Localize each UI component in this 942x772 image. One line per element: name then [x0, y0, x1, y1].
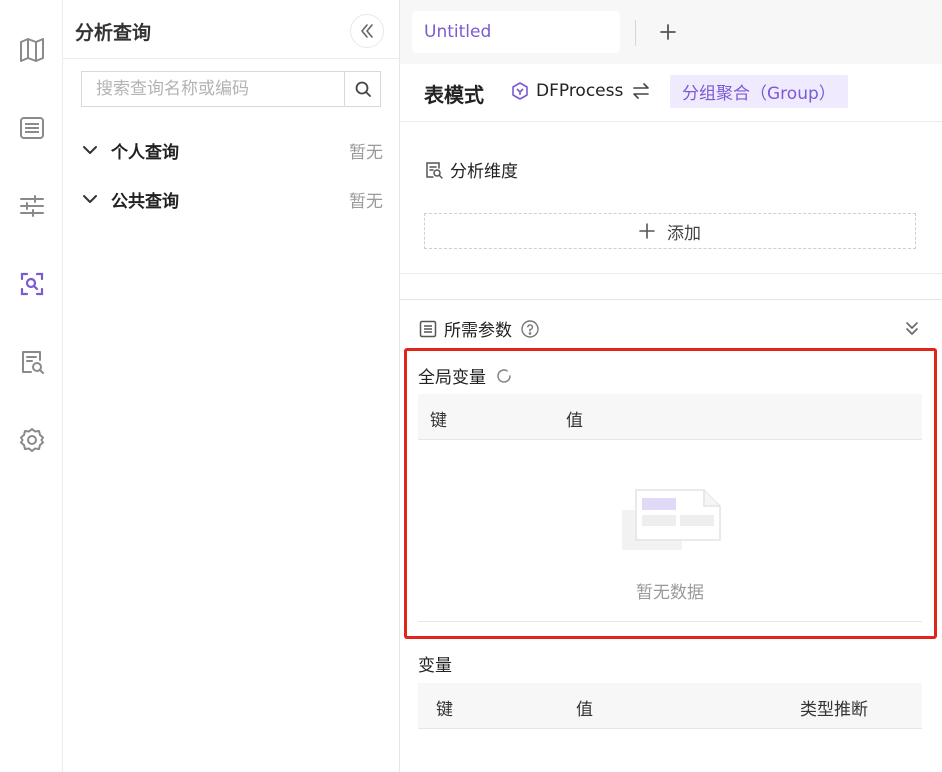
query-panel: 分析查询 个人查询 暂无 公共查询 暂无	[63, 0, 400, 772]
map-icon	[20, 38, 44, 62]
process-name: DFProcess	[536, 81, 624, 101]
params-header: 所需参数	[418, 316, 546, 341]
rail-item-list[interactable]	[12, 108, 52, 148]
add-dimension-label: 添加	[667, 223, 701, 244]
mode-title: 表模式	[424, 83, 484, 107]
tree-group-personal[interactable]: 个人查询 暂无	[81, 135, 383, 165]
tab-untitled[interactable]: Untitled	[412, 11, 620, 53]
sliders-icon	[20, 195, 44, 217]
tree-group-status: 暂无	[349, 142, 383, 163]
query-header: 表模式 DFProcess 分组聚合（Group）	[400, 64, 942, 122]
scan-search-icon	[20, 272, 44, 296]
double-chevron-down-icon[interactable]	[902, 318, 922, 338]
chevron-down-icon	[83, 195, 97, 203]
panel-divider	[63, 58, 399, 59]
panel-title: 分析查询	[75, 22, 152, 44]
vars-table-header: 键 值 类型推断	[418, 683, 922, 729]
plus-icon	[639, 223, 655, 239]
section-divider	[400, 273, 942, 274]
list-icon	[419, 320, 437, 337]
group-mode-tag[interactable]: 分组聚合（Group）	[670, 75, 848, 108]
highlight-box	[404, 348, 937, 639]
column-header-type: 类型推断	[800, 700, 868, 720]
section-divider	[400, 299, 942, 300]
document-search-icon	[426, 161, 443, 179]
params-title: 所需参数	[444, 321, 512, 341]
column-header-value: 值	[576, 700, 593, 720]
document-search-icon	[22, 351, 44, 374]
rail-item-document-search[interactable]	[12, 342, 52, 382]
gear-icon	[20, 428, 44, 452]
rail-item-sliders[interactable]	[12, 186, 52, 226]
cube-icon	[512, 82, 528, 100]
dimensions-header: 分析维度	[424, 157, 518, 182]
rail-item-map[interactable]	[12, 30, 52, 70]
tab-separator	[635, 20, 636, 46]
swap-icon	[633, 83, 650, 99]
collapse-panel-button[interactable]	[350, 14, 384, 48]
plus-icon	[660, 24, 676, 40]
search-icon	[355, 81, 371, 97]
rail-item-analysis[interactable]	[12, 264, 52, 304]
tree-group-label: 个人查询	[111, 142, 179, 163]
main-area: Untitled 表模式 DFProcess 分组聚合（Group） 分析维度 …	[400, 0, 942, 772]
column-header-key: 键	[436, 700, 453, 720]
vars-header: 变量	[418, 651, 452, 676]
icon-rail	[0, 0, 63, 772]
list-icon	[20, 117, 44, 139]
vars-title: 变量	[418, 656, 452, 676]
add-dimension-button[interactable]: 添加	[424, 213, 916, 249]
add-tab-button[interactable]	[656, 18, 680, 46]
chevron-down-icon	[83, 146, 97, 154]
process-selector[interactable]: DFProcess	[510, 81, 651, 101]
tree-group-status: 暂无	[349, 191, 383, 212]
app-root: 分析查询 个人查询 暂无 公共查询 暂无 Un	[0, 0, 942, 772]
tree-group-label: 公共查询	[111, 191, 179, 212]
help-icon[interactable]	[520, 319, 540, 339]
search-button[interactable]	[344, 72, 380, 106]
rail-item-settings[interactable]	[12, 420, 52, 460]
search-input[interactable]	[82, 72, 344, 106]
tab-bar: Untitled	[400, 0, 942, 64]
search-box	[81, 71, 381, 107]
tree-group-public[interactable]: 公共查询 暂无	[81, 184, 383, 214]
double-chevron-left-icon	[361, 24, 373, 38]
dimensions-title: 分析维度	[450, 162, 518, 182]
